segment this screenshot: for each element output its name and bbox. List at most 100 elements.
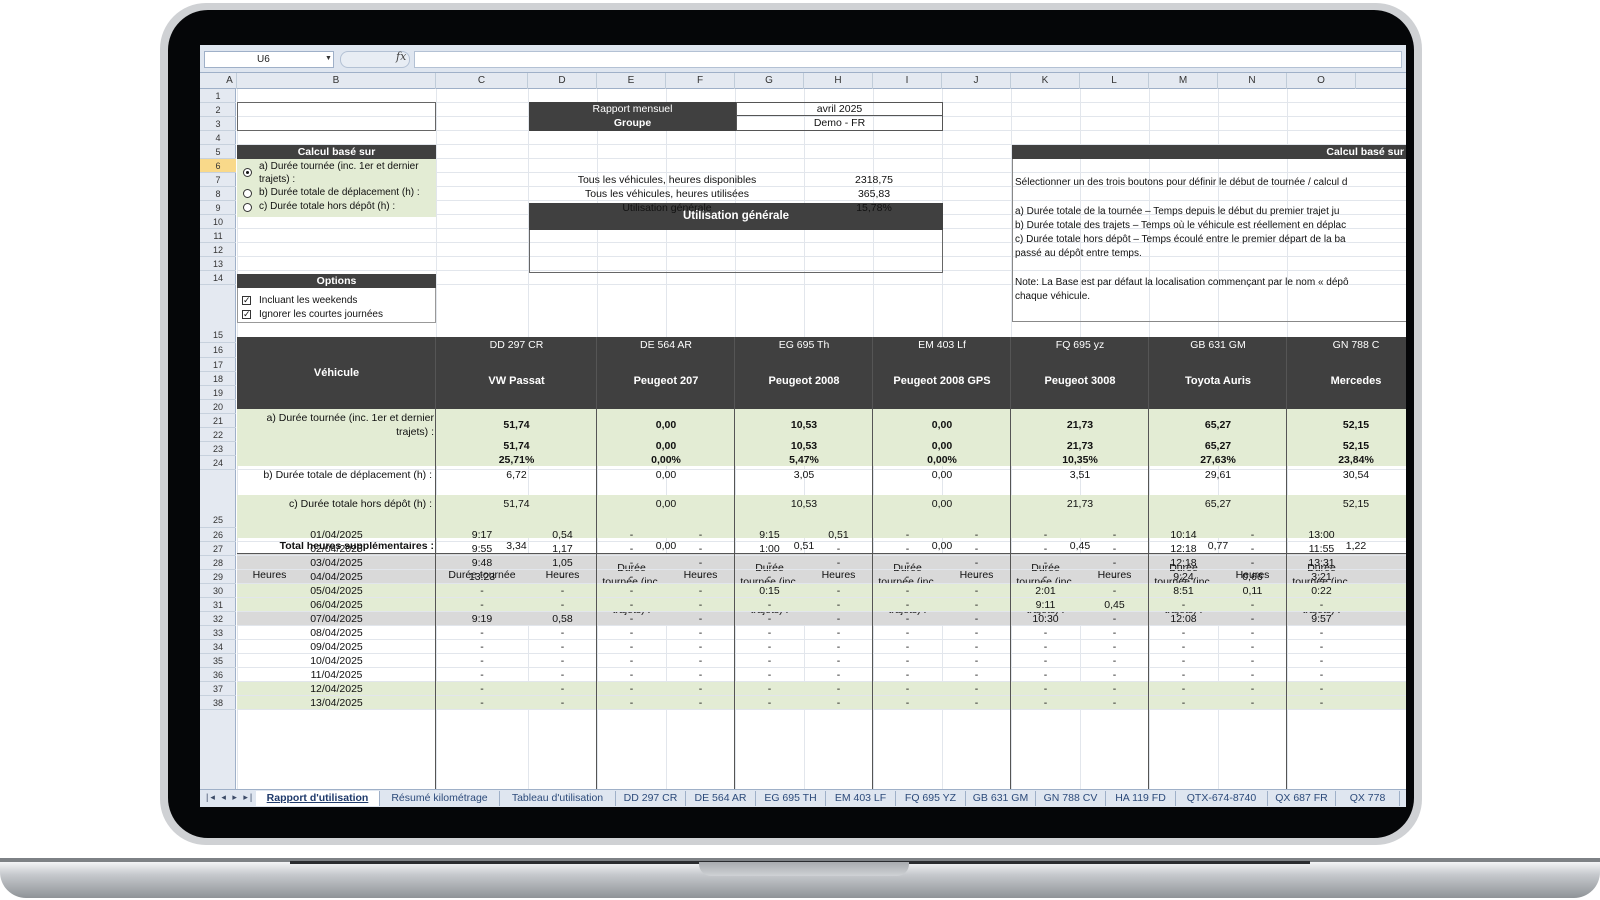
- row-cell[interactable]: 11:55: [1287, 543, 1356, 555]
- row-cell[interactable]: 0,58: [528, 613, 597, 625]
- row-cell[interactable]: -: [1149, 599, 1218, 611]
- formula-input[interactable]: [414, 51, 1402, 68]
- row-cell[interactable]: 2:01: [1011, 585, 1080, 597]
- row-header-21[interactable]: 21: [200, 414, 236, 428]
- row-cell[interactable]: -: [1287, 627, 1356, 639]
- row-cell[interactable]: -: [873, 655, 942, 667]
- row-cell[interactable]: -: [942, 599, 1011, 611]
- row-cell[interactable]: -: [804, 599, 873, 611]
- row-cell[interactable]: -: [1149, 683, 1218, 695]
- row-header-12[interactable]: 12: [200, 243, 236, 257]
- row-header-33[interactable]: 33: [200, 626, 236, 640]
- row-cell[interactable]: -: [597, 641, 666, 653]
- row-header-38[interactable]: 38: [200, 696, 236, 710]
- row-cell[interactable]: -: [528, 669, 597, 681]
- row-cell[interactable]: -: [666, 641, 735, 653]
- row-cell[interactable]: -: [528, 697, 597, 709]
- row-cell[interactable]: -: [1218, 683, 1287, 695]
- tab-eg-695-th[interactable]: EG 695 TH: [756, 791, 826, 806]
- row-header-31[interactable]: 31: [200, 598, 236, 612]
- column-header-g[interactable]: G: [735, 73, 804, 89]
- row-cell[interactable]: -: [666, 669, 735, 681]
- row-cell[interactable]: -: [942, 543, 1011, 555]
- row-cell[interactable]: -: [436, 585, 528, 597]
- row-cell[interactable]: 1,05: [528, 557, 597, 569]
- row-cell[interactable]: -: [436, 655, 528, 667]
- row-cell[interactable]: 0,11: [1218, 585, 1287, 597]
- row-cell[interactable]: -: [597, 585, 666, 597]
- row-cell[interactable]: -: [942, 669, 1011, 681]
- row-cell[interactable]: 9:17: [436, 529, 528, 541]
- row-cell[interactable]: -: [1287, 599, 1356, 611]
- row-header-28[interactable]: 28: [200, 556, 236, 570]
- row-cell[interactable]: -: [528, 627, 597, 639]
- row-header-32[interactable]: 32: [200, 612, 236, 626]
- row-cell[interactable]: -: [597, 655, 666, 667]
- row-cell[interactable]: -: [873, 669, 942, 681]
- row-header-36[interactable]: 36: [200, 668, 236, 682]
- row-cell[interactable]: -: [873, 585, 942, 597]
- row-cell[interactable]: -: [666, 599, 735, 611]
- row-cell[interactable]: -: [1080, 669, 1149, 681]
- row-cell[interactable]: -: [597, 683, 666, 695]
- radio-option-c[interactable]: [243, 203, 252, 212]
- row-header-5[interactable]: 5: [200, 145, 236, 159]
- row-cell[interactable]: 9:55: [436, 543, 528, 555]
- row-cell[interactable]: -: [436, 599, 528, 611]
- row-cell[interactable]: -: [1287, 655, 1356, 667]
- row-cell[interactable]: -: [666, 529, 735, 541]
- tab-em-403-lf[interactable]: EM 403 LF: [826, 791, 896, 806]
- row-cell[interactable]: -: [1149, 697, 1218, 709]
- column-header-e[interactable]: E: [597, 73, 666, 89]
- row-cell[interactable]: -: [735, 613, 804, 625]
- tab-qx-778-qx[interactable]: QX 778 QX: [1336, 791, 1400, 806]
- row-cell[interactable]: -: [735, 571, 804, 583]
- row-cell[interactable]: -: [735, 683, 804, 695]
- row-cell[interactable]: 0,45: [1080, 599, 1149, 611]
- tab-de-564-ar[interactable]: DE 564 AR: [686, 791, 756, 806]
- worksheet-grid[interactable]: Rapport mensuel avril 2025 Groupe Demo -…: [237, 89, 1406, 789]
- row-cell[interactable]: -: [942, 585, 1011, 597]
- row-cell[interactable]: -: [436, 641, 528, 653]
- column-header-j[interactable]: J: [942, 73, 1011, 89]
- row-header-4[interactable]: 4: [200, 131, 236, 145]
- row-header-15[interactable]: 15: [200, 285, 236, 343]
- row-cell[interactable]: 8:51: [1149, 585, 1218, 597]
- row-cell[interactable]: -: [666, 613, 735, 625]
- row-cell[interactable]: -: [804, 571, 873, 583]
- row-cell[interactable]: 0,54: [528, 529, 597, 541]
- row-cell[interactable]: 1:00: [735, 543, 804, 555]
- row-cell[interactable]: 3:21: [1287, 571, 1356, 583]
- row-cell[interactable]: -: [1218, 627, 1287, 639]
- row-cell[interactable]: -: [804, 585, 873, 597]
- row-header-14[interactable]: 14: [200, 271, 236, 285]
- name-box[interactable]: U6: [204, 51, 334, 68]
- row-cell[interactable]: 9:11: [1011, 599, 1080, 611]
- row-header-10[interactable]: 10: [200, 215, 236, 229]
- row-header-20[interactable]: 20: [200, 400, 236, 414]
- row-cell[interactable]: -: [666, 585, 735, 597]
- row-cell[interactable]: -: [1287, 669, 1356, 681]
- row-cell[interactable]: -: [942, 683, 1011, 695]
- row-cell[interactable]: -: [436, 683, 528, 695]
- row-cell[interactable]: 9:15: [735, 529, 804, 541]
- row-cell[interactable]: -: [666, 543, 735, 555]
- column-header-c[interactable]: C: [436, 73, 528, 89]
- row-header-25[interactable]: 25: [200, 470, 236, 528]
- chevron-down-icon[interactable]: ▼: [325, 55, 332, 62]
- row-cell[interactable]: -: [597, 669, 666, 681]
- row-header-30[interactable]: 30: [200, 584, 236, 598]
- row-cell[interactable]: -: [1287, 697, 1356, 709]
- row-cell[interactable]: -: [735, 557, 804, 569]
- row-cell[interactable]: 13:31: [1287, 557, 1356, 569]
- column-header-n[interactable]: N: [1218, 73, 1287, 89]
- row-cell[interactable]: -: [597, 571, 666, 583]
- tab-gb-631-gm[interactable]: GB 631 GM: [966, 791, 1036, 806]
- column-header-m[interactable]: M: [1149, 73, 1218, 89]
- row-cell[interactable]: -: [597, 697, 666, 709]
- row-cell[interactable]: -: [804, 613, 873, 625]
- row-cell[interactable]: -: [873, 613, 942, 625]
- row-header-8[interactable]: 8: [200, 187, 236, 201]
- row-cell[interactable]: 0,51: [804, 529, 873, 541]
- row-cell[interactable]: -: [873, 529, 942, 541]
